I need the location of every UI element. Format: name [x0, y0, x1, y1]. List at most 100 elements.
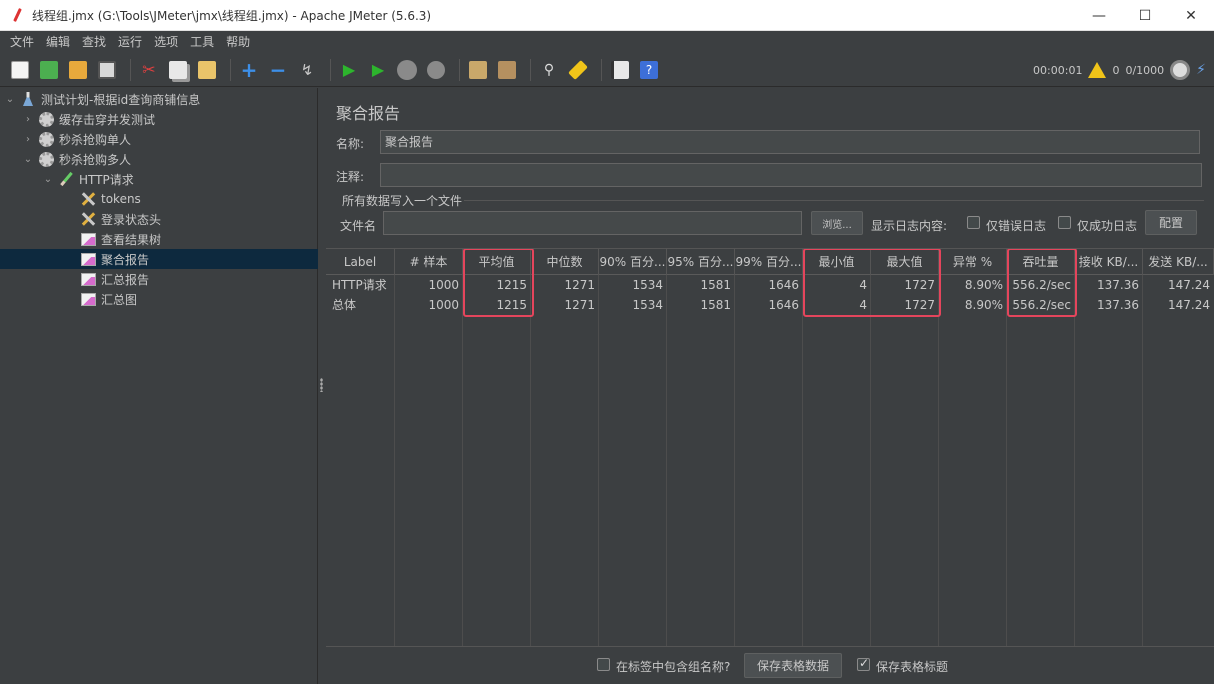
toolbar: ✂ + − ↯ ▶ ▶ ⚲ ? 00:00:01 0 0/1000 ⚡ — [0, 53, 1214, 87]
errors-only-checkbox[interactable] — [967, 216, 980, 229]
title-bar: 线程组.jmx (G:\Tools\JMeter\jmx\线程组.jmx) - … — [0, 0, 1214, 31]
tree-node-aggregate-report[interactable]: 聚合报告 — [0, 249, 318, 269]
menu-bar: 文件 编辑 查找 运行 选项 工具 帮助 — [0, 31, 1214, 53]
chevron-down-icon[interactable]: ⌄ — [22, 154, 34, 165]
start-icon[interactable]: ▶ — [337, 58, 361, 82]
tree-node-http-request[interactable]: ⌄ HTTP请求 — [42, 169, 134, 189]
jmeter-feather-icon — [10, 8, 24, 22]
gear-icon — [38, 131, 54, 147]
minimize-button[interactable]: — — [1076, 0, 1122, 31]
copy-icon[interactable] — [166, 58, 190, 82]
save-icon[interactable] — [95, 58, 119, 82]
column-header-error[interactable]: 异常 % — [939, 249, 1007, 275]
menu-help[interactable]: 帮助 — [220, 31, 256, 53]
comment-field[interactable] — [380, 163, 1202, 187]
templates-icon[interactable] — [37, 58, 61, 82]
flask-icon — [20, 91, 36, 107]
toolbar-status: 00:00:01 0 0/1000 ⚡ — [1033, 53, 1206, 87]
tree-node-results-tree[interactable]: 查看结果树 — [80, 229, 161, 249]
clear-all-icon[interactable] — [495, 58, 519, 82]
remote-icon[interactable] — [1170, 60, 1191, 80]
tree-node-group-2[interactable]: › 秒杀抢购单人 — [22, 129, 131, 149]
tree-node-group-3[interactable]: ⌄ 秒杀抢购多人 — [22, 149, 131, 169]
graph-icon — [80, 231, 96, 247]
help-icon[interactable]: ? — [637, 58, 661, 82]
column-header-p95[interactable]: 95% 百分... — [667, 249, 735, 275]
chevron-right-icon[interactable]: › — [22, 134, 34, 145]
warning-icon[interactable] — [1088, 62, 1107, 78]
success-only-label: 仅成功日志 — [1077, 219, 1138, 233]
table-row[interactable]: HTTP请求 1000 1215 1271 1534 1581 1646 4 1… — [326, 275, 1214, 295]
start-no-pause-icon[interactable]: ▶ — [366, 58, 390, 82]
menu-run[interactable]: 运行 — [112, 31, 148, 53]
menu-search[interactable]: 查找 — [76, 31, 112, 53]
highlight-min-max — [803, 249, 941, 317]
comment-label: 注释: — [336, 170, 365, 184]
column-header-samples[interactable]: # 样本 — [395, 249, 463, 275]
stop-icon[interactable] — [395, 58, 419, 82]
maximize-button[interactable]: ☐ — [1122, 0, 1168, 31]
browse-button[interactable]: 浏览... — [811, 211, 863, 235]
filename-input[interactable] — [383, 211, 802, 235]
column-header-p90[interactable]: 90% 百分... — [599, 249, 667, 275]
include-group-label: 在标签中包含组名称? — [616, 660, 731, 674]
errors-only-label: 仅错误日志 — [986, 219, 1047, 233]
save-table-header-checkbox[interactable] — [857, 656, 870, 671]
file-group-title: 所有数据写入一个文件 — [342, 194, 463, 208]
highlight-average — [463, 249, 534, 317]
chevron-right-icon[interactable]: › — [22, 114, 34, 125]
expand-icon[interactable]: + — [237, 58, 261, 82]
menu-tools[interactable]: 工具 — [184, 31, 220, 53]
search-icon[interactable]: ⚲ — [537, 58, 561, 82]
cut-icon[interactable]: ✂ — [137, 58, 161, 82]
configure-button[interactable]: 配置 — [1145, 210, 1197, 235]
collapse-icon[interactable]: − — [266, 58, 290, 82]
table-row[interactable]: 总体 1000 1215 1271 1534 1581 1646 4 1727 … — [326, 295, 1214, 315]
test-plan-tree: ⌄ 测试计划-根据id查询商铺信息 › 缓存击穿并发测试 › 秒杀抢购单人 ⌄ … — [0, 88, 318, 684]
paste-icon[interactable] — [195, 58, 219, 82]
include-group-checkbox[interactable] — [597, 658, 610, 671]
tools-icon — [80, 211, 96, 227]
pencil-icon — [58, 171, 74, 187]
aggregate-report-panel: 聚合报告 名称: 聚合报告 注释: 所有数据写入一个文件 文件名 浏览... 显… — [326, 88, 1214, 684]
reset-search-icon[interactable] — [566, 58, 590, 82]
toggle-icon[interactable]: ↯ — [295, 58, 319, 82]
log-content-label: 显示日志内容: — [871, 219, 948, 233]
pane-splitter[interactable] — [319, 88, 325, 684]
tree-node-test-plan[interactable]: ⌄ 测试计划-根据id查询商铺信息 — [4, 89, 200, 109]
table-header: Label # 样本 平均值 中位数 90% 百分... 95% 百分... 9… — [326, 249, 1214, 275]
function-helper-icon[interactable] — [608, 58, 632, 82]
chevron-down-icon[interactable]: ⌄ — [4, 94, 16, 105]
name-label: 名称: — [336, 137, 365, 151]
page-title: 聚合报告 — [336, 104, 401, 123]
bottom-bar: 在标签中包含组名称? 保存表格数据 保存表格标题 — [326, 646, 1214, 684]
open-icon[interactable] — [66, 58, 90, 82]
column-header-p99[interactable]: 99% 百分... — [735, 249, 803, 275]
warning-count: 0 — [1112, 63, 1120, 77]
tree-node-summary-report[interactable]: 汇总报告 — [80, 269, 149, 289]
menu-options[interactable]: 选项 — [148, 31, 184, 53]
menu-file[interactable]: 文件 — [4, 31, 40, 53]
menu-edit[interactable]: 编辑 — [40, 31, 76, 53]
save-table-data-button[interactable]: 保存表格数据 — [744, 653, 842, 678]
close-button[interactable]: ✕ — [1168, 0, 1214, 31]
aggregate-table: Label # 样本 平均值 中位数 90% 百分... 95% 百分... 9… — [326, 248, 1214, 646]
new-icon[interactable] — [8, 58, 32, 82]
shutdown-icon[interactable] — [424, 58, 448, 82]
tree-node-summary-graph[interactable]: 汇总图 — [80, 289, 137, 309]
clear-icon[interactable] — [466, 58, 490, 82]
window-title: 线程组.jmx (G:\Tools\JMeter\jmx\线程组.jmx) - … — [32, 8, 432, 23]
name-field[interactable]: 聚合报告 — [380, 130, 1200, 154]
tree-node-login-header[interactable]: 登录状态头 — [80, 209, 161, 229]
active-threads: 0/1000 — [1125, 63, 1165, 77]
column-header-label[interactable]: Label — [326, 249, 395, 275]
column-header-median[interactable]: 中位数 — [531, 249, 599, 275]
chevron-down-icon[interactable]: ⌄ — [42, 174, 54, 185]
column-header-sent[interactable]: 发送 KB/... — [1143, 249, 1214, 275]
column-header-received[interactable]: 接收 KB/... — [1075, 249, 1143, 275]
elapsed-timer: 00:00:01 — [1033, 63, 1083, 77]
tree-node-group-1[interactable]: › 缓存击穿并发测试 — [22, 109, 155, 129]
success-only-checkbox[interactable] — [1058, 216, 1071, 229]
log-viewer-icon[interactable]: ⚡ — [1196, 62, 1206, 78]
tree-node-tokens[interactable]: tokens — [80, 189, 141, 209]
